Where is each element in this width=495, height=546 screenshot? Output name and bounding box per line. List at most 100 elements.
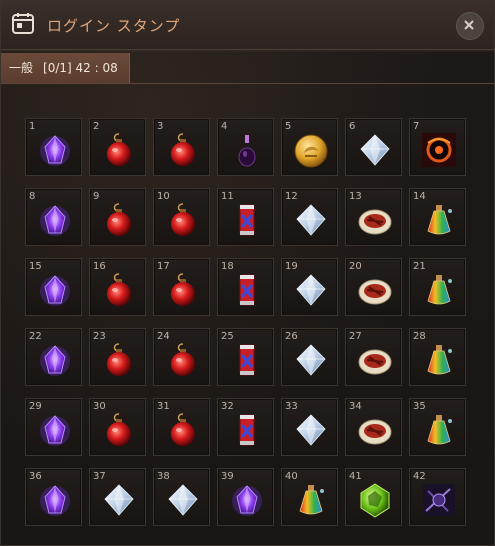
day-slot[interactable]: 31 (153, 398, 210, 456)
rainbow-potion-icon (427, 205, 452, 235)
day-slot[interactable]: 13 (345, 188, 402, 246)
rainbow-potion-icon (299, 485, 324, 515)
meat-plate-icon (358, 209, 392, 235)
white-diamond-icon (296, 414, 326, 446)
day-slot[interactable]: 1 (25, 118, 82, 176)
day-slot[interactable]: 28 (409, 328, 466, 386)
day-slot[interactable]: 39 (217, 468, 274, 526)
day-slot[interactable]: 34 (345, 398, 402, 456)
tab-divider (1, 83, 494, 84)
red-potion-icon (107, 413, 131, 446)
day-slot[interactable]: 9 (89, 188, 146, 246)
green-gem-icon (360, 483, 390, 518)
day-slot[interactable]: 15 (25, 258, 82, 316)
day-number: 1 (29, 121, 36, 132)
red-potion-icon (171, 413, 195, 446)
purple-crystal-icon (40, 275, 70, 306)
day-slot[interactable]: 19 (281, 258, 338, 316)
day-number: 4 (221, 121, 228, 132)
red-can-icon (239, 274, 255, 306)
day-slot[interactable]: 4 (217, 118, 274, 176)
day-slot[interactable]: 12 (281, 188, 338, 246)
tab-timer: 42 : 08 (75, 61, 118, 75)
red-potion-icon (171, 203, 195, 236)
purple-crystal-icon (40, 205, 70, 236)
white-diamond-icon (296, 204, 326, 236)
day-slot[interactable]: 32 (217, 398, 274, 456)
day-slot[interactable]: 21 (409, 258, 466, 316)
day-number: 6 (349, 121, 356, 132)
day-slot[interactable]: 26 (281, 328, 338, 386)
day-slot[interactable]: 25 (217, 328, 274, 386)
day-slot[interactable]: 37 (89, 468, 146, 526)
login-stamp-window: ログイン スタンプ 一般 [0/1] 42 : 08 1 2 3 4 5 6 7… (0, 0, 495, 546)
red-potion-icon (107, 203, 131, 236)
day-slot[interactable]: 10 (153, 188, 210, 246)
day-slot[interactable]: 8 (25, 188, 82, 246)
white-diamond-icon (104, 484, 134, 516)
purple-crystal-icon (40, 345, 70, 376)
red-can-icon (239, 344, 255, 376)
day-slot[interactable]: 40 (281, 468, 338, 526)
day-slot[interactable]: 18 (217, 258, 274, 316)
day-slot[interactable]: 17 (153, 258, 210, 316)
day-slot[interactable]: 41 (345, 468, 402, 526)
day-number: 7 (413, 121, 420, 132)
day-slot[interactable]: 11 (217, 188, 274, 246)
day-slot[interactable]: 14 (409, 188, 466, 246)
day-slot[interactable]: 16 (89, 258, 146, 316)
tab-progress: [0/1] (43, 61, 72, 75)
day-slot[interactable]: 24 (153, 328, 210, 386)
rainbow-potion-icon (427, 275, 452, 305)
day-slot[interactable]: 3 (153, 118, 210, 176)
day-slot[interactable]: 42 (409, 468, 466, 526)
close-icon (464, 20, 474, 30)
day-number: 8 (29, 191, 36, 202)
day-slot[interactable]: 22 (25, 328, 82, 386)
white-diamond-icon (296, 274, 326, 306)
close-button[interactable] (456, 12, 484, 40)
white-diamond-icon (168, 484, 198, 516)
title-bar[interactable]: ログイン スタンプ (1, 1, 494, 50)
day-slot[interactable]: 36 (25, 468, 82, 526)
red-potion-icon (107, 343, 131, 376)
red-potion-icon (107, 133, 131, 166)
meat-plate-icon (358, 279, 392, 305)
red-potion-icon (107, 273, 131, 306)
tab-category: 一般 (9, 61, 34, 75)
white-diamond-icon (360, 134, 390, 166)
red-potion-icon (171, 133, 195, 166)
day-number: 3 (157, 121, 164, 132)
day-slot[interactable]: 35 (409, 398, 466, 456)
day-slot[interactable]: 27 (345, 328, 402, 386)
tab-general[interactable]: 一般 [0/1] 42 : 08 (1, 53, 130, 83)
red-potion-icon (171, 273, 195, 306)
day-number: 2 (93, 121, 100, 132)
day-slot[interactable]: 20 (345, 258, 402, 316)
day-slot[interactable]: 6 (345, 118, 402, 176)
day-slot[interactable]: 7 (409, 118, 466, 176)
day-slot[interactable]: 2 (89, 118, 146, 176)
rainbow-potion-icon (427, 415, 452, 445)
purple-crystal-icon (40, 485, 70, 516)
red-potion-icon (171, 343, 195, 376)
day-slot[interactable]: 29 (25, 398, 82, 456)
fire-orb-icon (422, 133, 456, 167)
gold-coin-icon (294, 134, 328, 168)
day-slot[interactable]: 33 (281, 398, 338, 456)
purple-crystal-icon (232, 485, 262, 516)
day-slot[interactable]: 38 (153, 468, 210, 526)
window-title: ログイン スタンプ (47, 17, 181, 35)
white-diamond-icon (296, 344, 326, 376)
purple-crystal-icon (40, 135, 70, 166)
reward-grid: 1 2 3 4 5 6 7 8 9 10 11 12 13 14 15 16 1… (25, 118, 466, 526)
day-number: 5 (285, 121, 292, 132)
day-number: 9 (93, 191, 100, 202)
dark-scroll-icon (423, 484, 455, 516)
day-slot[interactable]: 5 (281, 118, 338, 176)
day-slot[interactable]: 23 (89, 328, 146, 386)
dark-vial-icon (238, 135, 256, 167)
meat-plate-icon (358, 419, 392, 445)
calendar-icon (12, 13, 34, 34)
day-slot[interactable]: 30 (89, 398, 146, 456)
